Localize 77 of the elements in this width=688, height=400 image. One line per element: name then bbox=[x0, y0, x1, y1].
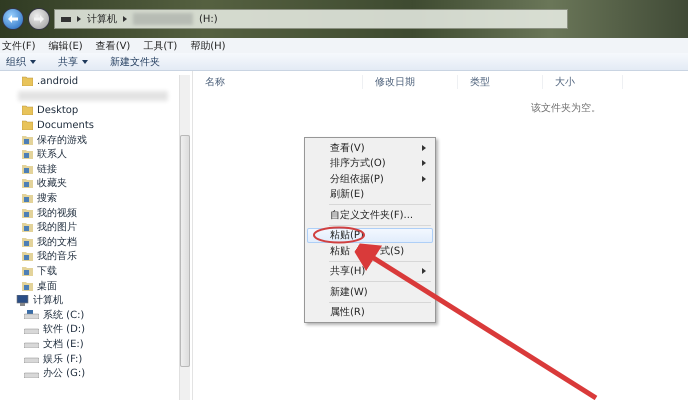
blurred-text bbox=[133, 13, 193, 25]
column-header[interactable]: 大小 bbox=[543, 75, 623, 89]
nav-item[interactable]: 文档 (E:) bbox=[43, 336, 84, 351]
context-menu-item[interactable]: 查看(V) bbox=[307, 140, 433, 156]
breadcrumb-arrow-icon bbox=[77, 16, 81, 22]
breadcrumb[interactable]: (H:) bbox=[199, 14, 218, 24]
menu-item[interactable]: 查看(V) bbox=[96, 38, 130, 52]
special-folder-icon bbox=[22, 222, 33, 232]
special-folder-icon bbox=[22, 251, 33, 262]
menu-item[interactable]: 工具(T) bbox=[143, 38, 178, 52]
nav-item[interactable]: 下载 bbox=[37, 264, 57, 278]
forward-button[interactable] bbox=[28, 8, 50, 30]
nav-item[interactable]: Desktop bbox=[37, 104, 78, 116]
breadcrumb[interactable]: 计算机 bbox=[87, 12, 117, 26]
menu-item-text: 粘贴 bbox=[330, 244, 350, 258]
column-header[interactable]: 修改日期 bbox=[363, 75, 458, 89]
context-menu-item[interactable]: 新建(W) bbox=[307, 284, 433, 300]
computer-icon bbox=[16, 294, 29, 306]
back-arrow-icon bbox=[8, 15, 18, 23]
toolbar-button[interactable]: 新建文件夹 bbox=[110, 54, 160, 68]
back-button[interactable] bbox=[2, 8, 24, 30]
scrollbar-thumb[interactable] bbox=[180, 135, 190, 367]
column-header[interactable]: 名称 bbox=[193, 75, 363, 89]
special-folder-icon bbox=[22, 193, 33, 204]
submenu-arrow-icon bbox=[422, 268, 426, 274]
folder-icon bbox=[22, 76, 33, 86]
empty-folder-message: 该文件夹为空。 bbox=[530, 102, 602, 115]
nav-item[interactable]: 我的图片 bbox=[37, 220, 77, 234]
context-menu-item[interactable]: 属性(R) bbox=[307, 304, 433, 320]
folder-icon bbox=[22, 120, 33, 130]
menu-item-text: 式(S) bbox=[380, 244, 404, 258]
special-folder-icon bbox=[22, 236, 33, 247]
nav-item[interactable]: .android bbox=[37, 76, 78, 87]
nav-item[interactable]: 搜索 bbox=[37, 191, 57, 206]
nav-item[interactable]: 我的文档 bbox=[37, 234, 77, 249]
submenu-arrow-icon bbox=[422, 160, 426, 166]
nav-item[interactable]: 桌面 bbox=[37, 278, 57, 293]
special-folder-icon bbox=[22, 164, 33, 174]
forward-arrow-icon bbox=[34, 15, 44, 23]
menu-item[interactable]: 文件(F) bbox=[2, 38, 36, 52]
breadcrumb-arrow-icon bbox=[123, 16, 127, 22]
system-drive-icon bbox=[24, 310, 39, 320]
nav-item[interactable]: 计算机 bbox=[33, 293, 63, 308]
context-menu-item[interactable]: 共享(H) bbox=[307, 264, 433, 279]
nav-item[interactable]: 我的视频 bbox=[37, 206, 77, 220]
folder-icon bbox=[22, 105, 33, 116]
drive-icon bbox=[61, 16, 71, 22]
menu-item[interactable]: 帮助(H) bbox=[190, 38, 226, 52]
context-menu-item[interactable]: 粘贴 式(S) bbox=[307, 243, 433, 258]
context-menu-item[interactable]: 自定义文件夹(F)... bbox=[307, 207, 433, 222]
toolbar-button[interactable]: 组织 bbox=[6, 54, 36, 68]
nav-item[interactable]: 系统 (C:) bbox=[43, 308, 84, 322]
nav-item[interactable]: 我的音乐 bbox=[37, 249, 77, 264]
column-header[interactable]: 类型 bbox=[458, 75, 543, 89]
nav-item[interactable]: 链接 bbox=[37, 162, 57, 176]
nav-item[interactable]: 保存的游戏 bbox=[37, 132, 87, 147]
special-folder-icon bbox=[22, 280, 33, 291]
special-folder-icon bbox=[22, 208, 33, 218]
nav-item[interactable]: Documents bbox=[37, 120, 94, 131]
nav-item[interactable]: 收藏夹 bbox=[37, 176, 67, 190]
submenu-arrow-icon bbox=[422, 176, 426, 182]
context-menu-item[interactable]: 刷新(E) bbox=[307, 186, 433, 202]
toolbar-button[interactable]: 共享 bbox=[58, 54, 88, 68]
special-folder-icon bbox=[22, 178, 33, 188]
nav-item[interactable]: 办公 (G:) bbox=[43, 366, 86, 380]
context-menu-item[interactable]: 排序方式(O) bbox=[307, 156, 433, 171]
nav-item[interactable]: 软件 (D:) bbox=[43, 322, 86, 336]
nav-item[interactable]: 联系人 bbox=[37, 147, 67, 162]
menu-item[interactable]: 编辑(E) bbox=[48, 38, 83, 52]
submenu-arrow-icon bbox=[422, 144, 426, 151]
address-bar[interactable]: 计算机 (H:) bbox=[54, 9, 568, 29]
special-folder-icon bbox=[22, 134, 33, 145]
context-menu-item[interactable]: 分组依据(P) bbox=[307, 171, 433, 186]
nav-item[interactable]: 娱乐 (F:) bbox=[43, 352, 82, 366]
scrollbar[interactable] bbox=[179, 75, 190, 400]
special-folder-icon bbox=[22, 266, 33, 276]
special-folder-icon bbox=[22, 149, 33, 160]
